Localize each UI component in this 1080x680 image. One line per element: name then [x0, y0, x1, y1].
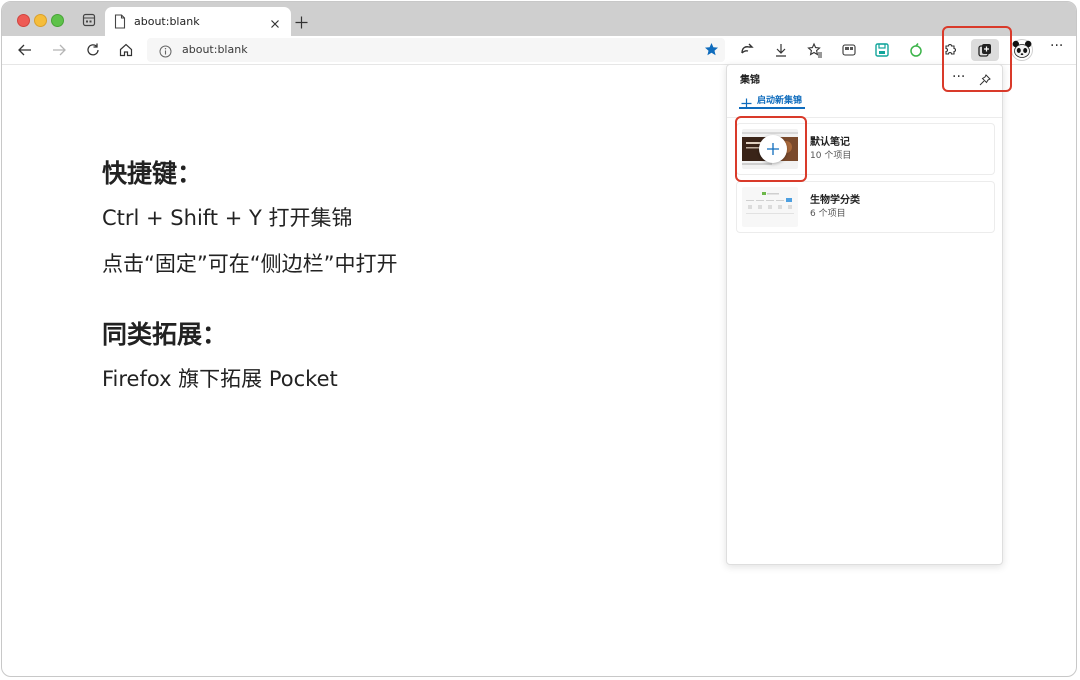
settings-more-icon[interactable]: ···	[1050, 38, 1063, 54]
download-icon[interactable]	[773, 42, 789, 58]
similar-heading: 同类拓展：	[102, 320, 228, 349]
tab-about-blank[interactable]: about:blank	[105, 7, 291, 36]
shortcut-line-1: Ctrl + Shift + Y 打开集锦	[102, 206, 353, 230]
shortcut-line-2: 点击“固定”可在“侧边栏”中打开	[102, 252, 398, 276]
collection-card[interactable]: 生物学分类 6 个项目	[736, 181, 995, 233]
tab-strip: about:blank	[2, 2, 1076, 36]
collection-thumbnail	[742, 187, 798, 227]
maximize-window-button[interactable]	[51, 14, 64, 27]
back-icon[interactable]	[17, 42, 33, 58]
save-extension-icon[interactable]	[874, 42, 890, 58]
address-bar[interactable]: about:blank	[147, 38, 725, 62]
collection-name: 默认笔记	[810, 137, 850, 148]
favorite-star-icon[interactable]	[704, 42, 719, 57]
plus-icon	[741, 94, 752, 109]
collection-count: 10 个项目	[810, 151, 852, 161]
collection-count: 6 个项目	[810, 209, 846, 219]
start-new-collection-label: 启动新集锦	[757, 96, 803, 106]
refresh-icon[interactable]	[85, 42, 101, 58]
home-icon[interactable]	[118, 42, 134, 58]
leaf-extension-icon[interactable]	[908, 42, 924, 58]
browser-window: about:blank about:blank ··· 快捷键： Ctrl + …	[1, 1, 1077, 677]
shortcut-heading: 快捷键：	[102, 159, 203, 188]
site-info-icon[interactable]	[159, 43, 172, 58]
minimize-window-button[interactable]	[34, 14, 47, 27]
profile-avatar[interactable]	[1011, 39, 1033, 61]
toolbar: about:blank ···	[2, 36, 1076, 65]
page-icon	[114, 14, 126, 29]
highlight-collections-pin	[942, 26, 1012, 92]
forward-icon[interactable]	[51, 42, 67, 58]
tab-actions-icon[interactable]	[82, 12, 96, 27]
tab-close-icon[interactable]	[269, 15, 281, 28]
close-window-button[interactable]	[17, 14, 30, 27]
collection-name: 生物学分类	[810, 195, 860, 206]
similar-line-1: Firefox 旗下拓展 Pocket	[102, 367, 338, 391]
favorites-icon[interactable]	[807, 42, 823, 58]
address-text: about:blank	[182, 43, 248, 56]
reading-view-icon[interactable]	[841, 42, 857, 58]
highlight-add-item	[735, 116, 807, 182]
new-tab-icon[interactable]	[295, 14, 308, 29]
extension-link-icon[interactable]	[739, 42, 755, 58]
panel-title: 集锦	[740, 75, 760, 86]
start-new-collection-button[interactable]: 启动新集锦	[739, 91, 805, 109]
tab-title: about:blank	[134, 15, 200, 28]
